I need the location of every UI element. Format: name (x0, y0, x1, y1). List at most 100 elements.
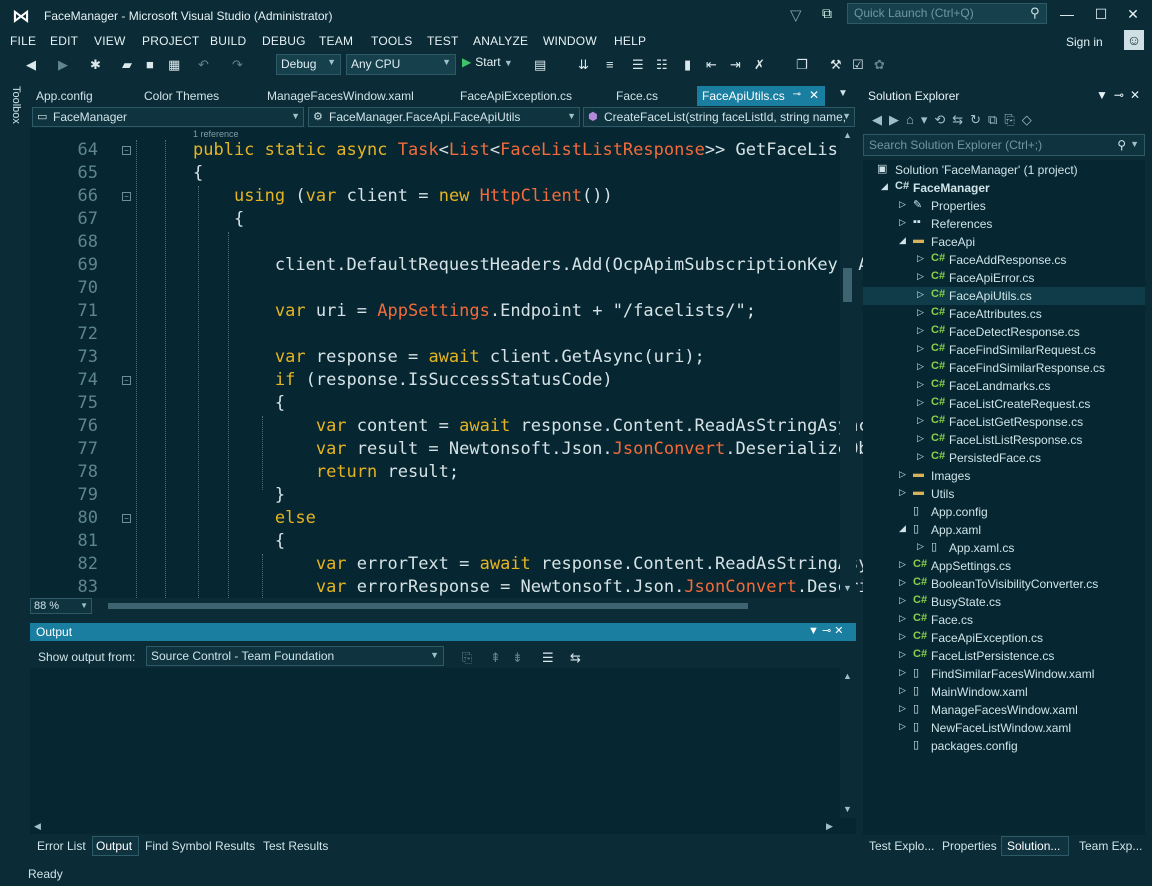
prev-bookmark-icon[interactable]: ⇤ (706, 57, 717, 73)
tree-item[interactable]: ▷ ▯ MainWindow.xaml (863, 683, 1145, 701)
member-nav-select[interactable]: ⬢ CreateFaceList(string faceListId, strin… (583, 107, 855, 127)
output-horizontal-scrollbar[interactable] (30, 820, 840, 834)
expand-icon[interactable]: ▷ (899, 595, 906, 606)
solution-explorer-controls[interactable]: ▼⊸✕ (1096, 88, 1146, 102)
tree-item[interactable]: ▷ C# FaceDetectResponse.cs (863, 323, 1145, 341)
tree-item[interactable]: ▷ C# FaceApiUtils.cs (863, 287, 1145, 305)
expand-icon[interactable]: ▷ (899, 631, 906, 642)
expand-icon[interactable]: ▷ (917, 361, 924, 372)
save-all-icon[interactable]: ▦ (168, 57, 180, 73)
next-message-icon[interactable]: ⇟ (512, 650, 523, 666)
notifications-icon[interactable]: ⧉ (822, 5, 832, 22)
tree-item[interactable]: ▷ ▯ FindSimilarFacesWindow.xaml (863, 665, 1145, 683)
scroll-up-icon[interactable]: ▲ (843, 130, 852, 140)
output-source-select[interactable]: Source Control - Team Foundation ▼ (146, 646, 444, 666)
tab-app-config[interactable]: App.config (36, 89, 93, 103)
expand-icon[interactable]: ▷ (917, 343, 924, 354)
solution-explorer-search-input[interactable]: Search Solution Explorer (Ctrl+;) ⚲ ▼ (863, 134, 1145, 156)
menu-window[interactable]: WINDOW (543, 34, 597, 48)
expand-icon[interactable]: ▷ (899, 199, 906, 210)
tree-item[interactable]: ▷ C# Face.cs (863, 611, 1145, 629)
chevron-down-icon[interactable]: ▼ (1130, 139, 1139, 149)
close-button[interactable]: ✕ (1120, 4, 1146, 24)
expand-icon[interactable]: ▷ (899, 667, 906, 678)
tab-output[interactable]: Output (92, 836, 139, 856)
menu-build[interactable]: BUILD (210, 34, 246, 48)
uncomment-icon[interactable]: ☷ (656, 57, 668, 73)
forward-icon[interactable]: ▶ (58, 57, 68, 73)
tab-solution-explorer[interactable]: Solution... (1001, 836, 1069, 856)
format-icon[interactable]: ⚒ (830, 57, 842, 73)
next-bookmark-icon[interactable]: ⇥ (730, 57, 741, 73)
word-wrap-icon[interactable]: ⇆ (570, 650, 581, 666)
tree-item[interactable]: ▷ C# BooleanToVisibilityConverter.cs (863, 575, 1145, 593)
tab-color-themes[interactable]: Color Themes (144, 89, 219, 103)
close-icon[interactable]: ✕ (1130, 88, 1146, 102)
new-project-icon[interactable]: ✱ (90, 57, 101, 73)
undo-icon[interactable]: ↶ (198, 57, 209, 73)
scroll-left-icon[interactable]: ◀ (34, 821, 41, 832)
pin-icon[interactable]: ⊸ (1114, 88, 1130, 102)
tasks-icon[interactable]: ☑ (852, 57, 864, 73)
expand-icon[interactable]: ▷ (917, 433, 924, 444)
expand-icon[interactable]: ▷ (917, 379, 924, 390)
platform-select[interactable]: Any CPU ▼ (346, 54, 456, 75)
expand-icon[interactable]: ▷ (917, 541, 924, 552)
save-icon[interactable]: ■ (146, 57, 154, 72)
project-nav-select[interactable]: ▭ FaceManager ▼ (32, 107, 304, 127)
solution-explorer-scrollbar[interactable] (1145, 160, 1152, 835)
menu-test[interactable]: TEST (427, 34, 458, 48)
expand-icon[interactable]: ▷ (899, 469, 906, 480)
tree-item[interactable]: ▷ C# FaceAddResponse.cs (863, 251, 1145, 269)
tree-item[interactable]: ▷ ▬ Images (863, 467, 1145, 485)
menu-project[interactable]: PROJECT (142, 34, 199, 48)
expand-icon[interactable]: ▷ (899, 559, 906, 570)
tree-item[interactable]: ▷ C# FaceLandmarks.cs (863, 377, 1145, 395)
tree-item[interactable]: ▯ packages.config (863, 737, 1145, 755)
expand-icon[interactable]: ▷ (917, 451, 924, 462)
expand-icon[interactable]: ▷ (899, 685, 906, 696)
tab-team-explorer[interactable]: Team Exp... (1079, 839, 1142, 853)
expand-icon[interactable]: ▷ (899, 721, 906, 732)
menu-analyze[interactable]: ANALYZE (473, 34, 528, 48)
search-icon[interactable]: ⚲ (1030, 5, 1040, 21)
tree-item[interactable]: ▷ C# AppSettings.cs (863, 557, 1145, 575)
tree-item[interactable]: ▯ App.config (863, 503, 1145, 521)
redo-icon[interactable]: ↷ (232, 57, 243, 73)
browse-icon[interactable]: ▤ (534, 57, 546, 73)
scroll-right-icon[interactable]: ▶ (826, 821, 833, 832)
filter-icon[interactable]: ▽ (790, 6, 802, 24)
expand-icon[interactable]: ▷ (899, 217, 906, 228)
menu-edit[interactable]: EDIT (50, 34, 78, 48)
tree-item[interactable]: ▷ C# FaceAttributes.cs (863, 305, 1145, 323)
menu-help[interactable]: HELP (614, 34, 646, 48)
codelens-reference[interactable]: 1 reference (193, 129, 239, 139)
menu-team[interactable]: TEAM (319, 34, 353, 48)
search-icon[interactable]: ⚲ (1117, 138, 1126, 152)
output-vertical-scrollbar[interactable] (840, 668, 856, 818)
toolbox-tab[interactable]: Toolbox (6, 86, 22, 136)
tab-face-api-utils[interactable]: FaceApiUtils.cs ⊸ ✕ (697, 86, 825, 106)
collapse-icon[interactable]: ◢ (881, 181, 888, 192)
user-icon[interactable]: ☺ (1124, 30, 1144, 50)
clear-bookmarks-icon[interactable]: ✗ (754, 57, 765, 73)
extension-icon[interactable]: ✿ (874, 57, 885, 73)
tree-item[interactable]: ▷ C# FaceListListResponse.cs (863, 431, 1145, 449)
bookmark-icon[interactable]: ▮ (684, 57, 691, 73)
indent-icon[interactable]: ≡ (606, 57, 614, 72)
expand-icon[interactable]: ▷ (899, 487, 906, 498)
expand-icon[interactable]: ▷ (917, 289, 924, 300)
solution-explorer-toolbar[interactable]: ◀▶⌂▾⟲⇆↻⧉⎘◇ (872, 112, 1039, 128)
output-panel-controls[interactable]: ▼ ⊸ ✕ (808, 624, 843, 637)
fold-toggle[interactable]: − (122, 146, 131, 155)
expand-icon[interactable]: ▷ (899, 613, 906, 624)
tree-item[interactable]: ▷ C# FaceListPersistence.cs (863, 647, 1145, 665)
start-button[interactable]: ▶ Start ▼ (462, 55, 513, 69)
tab-test-explorer[interactable]: Test Explo... (869, 839, 934, 853)
step-into-icon[interactable]: ⇊ (578, 57, 589, 73)
sign-in-link[interactable]: Sign in (1066, 35, 1103, 49)
back-icon[interactable]: ◀ (26, 57, 36, 73)
tab-properties[interactable]: Properties (942, 839, 997, 853)
expand-icon[interactable]: ▷ (917, 307, 924, 318)
clear-all-icon[interactable]: ☰ (542, 650, 554, 666)
